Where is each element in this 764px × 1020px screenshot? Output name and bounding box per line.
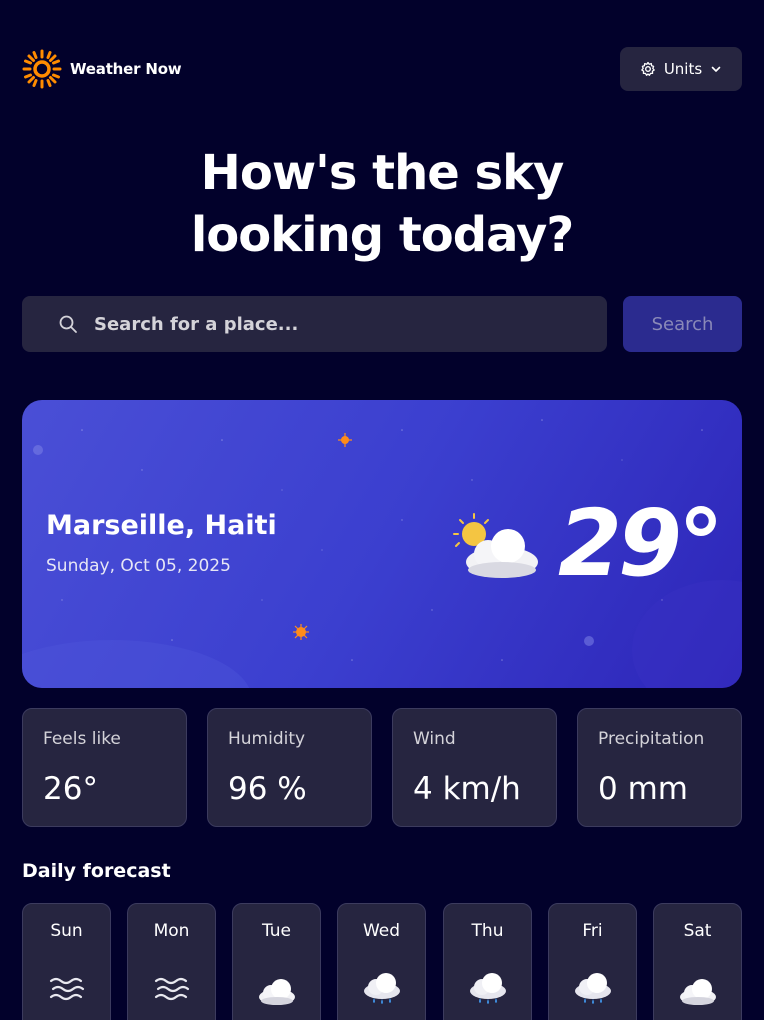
gear-icon <box>640 61 655 76</box>
cloud-icon <box>259 979 295 1005</box>
brand[interactable]: Weather Now <box>22 49 182 89</box>
current-weather-card: Marseille, Haiti Sunday, Oct 05, 2025 29… <box>22 400 742 688</box>
daily-forecast-day[interactable]: Sun <box>22 903 111 1020</box>
search-button[interactable]: Search <box>623 296 742 352</box>
daily-forecast-day[interactable]: Mon <box>127 903 216 1020</box>
daily-forecast-day[interactable]: Thu <box>443 903 532 1020</box>
header: Weather Now Units <box>22 47 742 91</box>
daily-forecast-day[interactable]: Wed <box>337 903 426 1020</box>
cloud-icon <box>680 979 716 1005</box>
stat-label: Precipitation <box>598 729 705 749</box>
weather-app: Weather Now Units How's the sky looking … <box>0 0 764 1020</box>
day-name: Wed <box>362 921 401 941</box>
chevron-down-icon <box>711 66 721 72</box>
app-name: Weather Now <box>70 60 182 78</box>
partly-cloudy-icon <box>453 513 538 578</box>
stat-label: Humidity <box>228 729 306 749</box>
day-name: Thu <box>471 921 504 941</box>
stat-card-humidity: Humidity 96 % <box>207 708 372 827</box>
day-name: Mon <box>153 921 190 941</box>
daily-forecast-day[interactable]: Sat <box>653 903 742 1020</box>
units-label: Units <box>663 60 703 78</box>
stat-value: 4 km/h <box>413 771 521 807</box>
stat-label: Feels like <box>43 729 121 749</box>
day-name: Fri <box>582 921 603 941</box>
location-name: Marseille, Haiti <box>46 510 277 541</box>
fog-icon <box>154 977 190 1001</box>
search-box <box>22 296 607 352</box>
stat-card-precipitation: Precipitation 0 mm <box>577 708 742 827</box>
page-title-line-1: How's the sky <box>200 145 565 201</box>
page-title-line-2: looking today? <box>190 207 574 263</box>
stat-label: Wind <box>413 729 456 749</box>
day-name: Sat <box>683 921 712 941</box>
stat-value: 96 % <box>228 771 307 807</box>
search-input[interactable] <box>94 296 607 352</box>
stat-card-wind: Wind 4 km/h <box>392 708 557 827</box>
daily-forecast-day[interactable]: Tue <box>232 903 321 1020</box>
current-temperature: 29° <box>557 490 724 597</box>
page-title: How's the sky looking today? <box>0 142 764 266</box>
rain-cloud-icon <box>364 973 400 1004</box>
rain-cloud-icon <box>470 973 506 1004</box>
units-dropdown-button[interactable]: Units <box>620 47 742 91</box>
daily-forecast-day[interactable]: Fri <box>548 903 637 1020</box>
current-date: Sunday, Oct 05, 2025 <box>46 556 231 576</box>
rain-cloud-icon <box>575 973 611 1004</box>
stat-card-feels-like: Feels like 26° <box>22 708 187 827</box>
sun-icon <box>22 49 62 89</box>
stat-value: 26° <box>43 771 98 807</box>
daily-forecast-title: Daily forecast <box>22 860 171 882</box>
stat-value: 0 mm <box>598 771 688 807</box>
day-name: Sun <box>50 921 83 941</box>
search-icon <box>59 315 77 333</box>
fog-icon <box>49 977 85 1001</box>
day-name: Tue <box>261 921 292 941</box>
